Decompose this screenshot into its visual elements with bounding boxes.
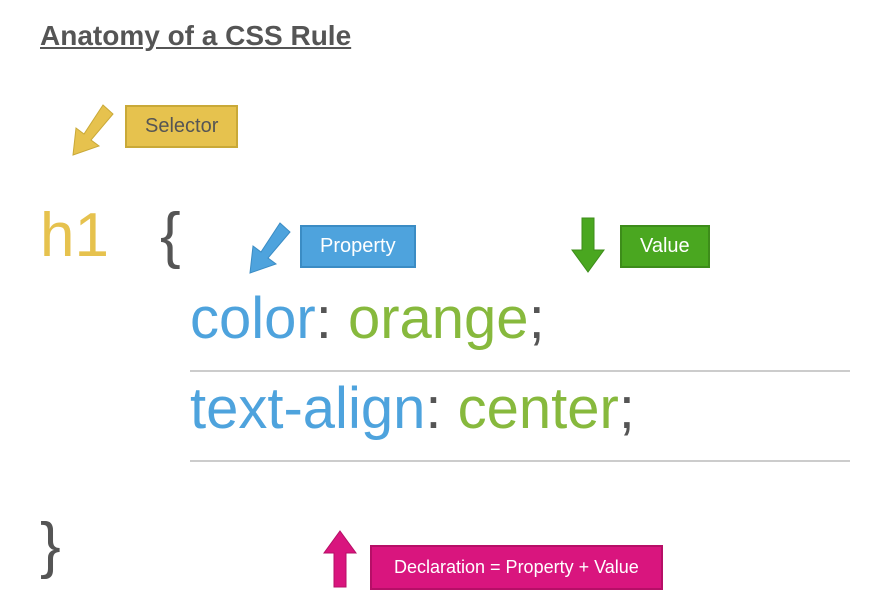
semicolon: ;: [529, 286, 545, 351]
declaration-row-2: text-align: center;: [190, 375, 635, 442]
value-label-box: Value: [620, 225, 710, 268]
semicolon: ;: [619, 376, 635, 441]
brace-close: }: [40, 510, 61, 581]
property-label-box: Property: [300, 225, 416, 268]
selector-text: h1: [40, 200, 109, 271]
declaration-arrow-icon: [320, 528, 360, 590]
title: Anatomy of a CSS Rule: [40, 20, 351, 52]
declaration-label-box: Declaration = Property + Value: [370, 545, 663, 590]
selector-arrow-icon: [65, 100, 120, 160]
brace-open: {: [160, 200, 181, 271]
declaration-row-1: color: orange;: [190, 285, 545, 352]
property-arrow-icon: [242, 218, 297, 278]
property-text: text-align: [190, 376, 425, 441]
property-text: color: [190, 286, 316, 351]
declaration-underline: [190, 460, 850, 462]
colon: :: [425, 376, 441, 441]
selector-label-box: Selector: [125, 105, 238, 148]
value-text: center: [458, 376, 619, 441]
declaration-underline: [190, 370, 850, 372]
value-arrow-icon: [568, 215, 608, 275]
colon: :: [316, 286, 332, 351]
value-text: orange: [348, 286, 529, 351]
